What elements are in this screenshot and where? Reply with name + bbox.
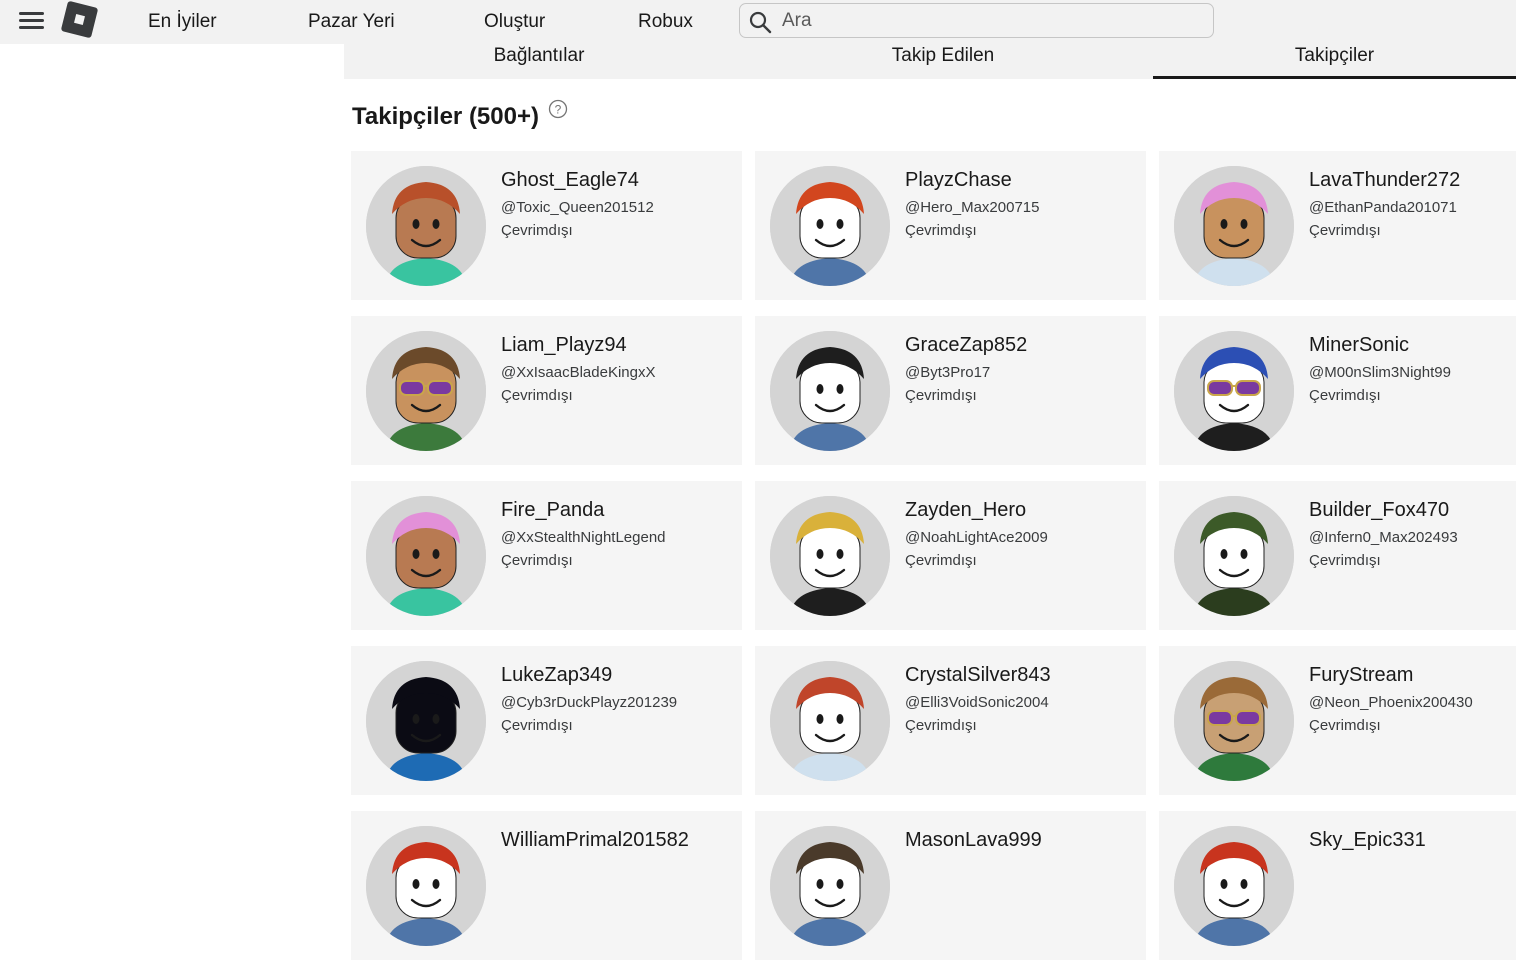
avatar[interactable] <box>366 661 486 781</box>
follower-username: @Cyb3rDuckPlayz201239 <box>501 694 678 711</box>
follower-card[interactable]: LukeZap349 @Cyb3rDuckPlayz201239 Çevrimdış… <box>351 646 742 795</box>
avatar[interactable] <box>770 496 890 616</box>
follower-display-name[interactable]: WilliamPrimal201582 <box>501 829 689 852</box>
avatar[interactable] <box>1174 661 1294 781</box>
follower-status: Çevrimdışı <box>501 387 573 404</box>
friends-tabs: Bağlantılar Takip Edilen Takipçiler <box>344 44 1516 79</box>
follower-display-name[interactable]: MasonLava999 <box>905 829 1042 852</box>
follower-display-name[interactable]: Liam_Playz94 <box>501 334 627 357</box>
help-icon[interactable]: ? <box>548 99 568 119</box>
follower-username: @XxStealthNightLegend <box>501 529 666 546</box>
avatar[interactable] <box>770 331 890 451</box>
follower-display-name[interactable]: Fire_Panda <box>501 499 604 522</box>
follower-username: @Neon_Phoenix200430 <box>1309 694 1473 711</box>
avatar[interactable] <box>366 166 486 286</box>
avatar[interactable] <box>1174 331 1294 451</box>
follower-card[interactable]: PlayzChase @Hero_Max200715 Çevrimdışı <box>755 151 1146 300</box>
follower-card[interactable]: LavaThunder272 @EthanPanda201071 Çevrimdış… <box>1159 151 1516 300</box>
tab-followers[interactable]: Takipçiler <box>1153 44 1516 79</box>
nav-link-create[interactable]: Oluştur <box>484 11 545 33</box>
follower-display-name[interactable]: Sky_Epic331 <box>1309 829 1426 852</box>
follower-card[interactable]: MinerSonic @M00nSlim3Night99 Çevrimdışı <box>1159 316 1516 465</box>
avatar[interactable] <box>1174 826 1294 946</box>
follower-display-name[interactable]: Zayden_Hero <box>905 499 1026 522</box>
follower-display-name[interactable]: PlayzChase <box>905 169 1012 192</box>
follower-username: @XxIsaacBladeKingxX <box>501 364 656 381</box>
follower-username: @Byt3Pro17 <box>905 364 991 381</box>
follower-card[interactable]: WilliamPrimal201582 <box>351 811 742 960</box>
follower-card[interactable]: CrystalSilver843 @Elli3VoidSonic2004 Çevri… <box>755 646 1146 795</box>
follower-status: Çevrimdışı <box>1309 717 1381 734</box>
follower-card[interactable]: Fire_Panda @XxStealthNightLegend Çevrimdış… <box>351 481 742 630</box>
follower-status: Çevrimdışı <box>905 222 977 239</box>
follower-status: Çevrimdışı <box>905 717 977 734</box>
tab-connections[interactable]: Bağlantılar <box>344 44 734 79</box>
follower-card[interactable]: GraceZap852 @Byt3Pro17 Çevrimdışı <box>755 316 1146 465</box>
svg-text:?: ? <box>555 103 562 117</box>
search-box <box>739 3 1214 38</box>
follower-card[interactable]: FuryStream @Neon_Phoenix200430 Çevrimdışı <box>1159 646 1516 795</box>
follower-status: Çevrimdışı <box>501 552 573 569</box>
follower-card[interactable]: Zayden_Hero @NoahLightAce2009 Çevrimdışı <box>755 481 1146 630</box>
follower-status: Çevrimdışı <box>501 717 573 734</box>
follower-display-name[interactable]: MinerSonic <box>1309 334 1409 357</box>
avatar[interactable] <box>366 496 486 616</box>
follower-status: Çevrimdışı <box>1309 222 1381 239</box>
follower-display-name[interactable]: Ghost_Eagle74 <box>501 169 639 192</box>
follower-username: @EthanPanda201071 <box>1309 199 1457 216</box>
menu-icon[interactable] <box>19 12 44 32</box>
roblox-logo-icon[interactable] <box>60 0 99 39</box>
follower-status: Çevrimdışı <box>1309 552 1381 569</box>
nav-link-marketplace[interactable]: Pazar Yeri <box>308 11 395 33</box>
nav-link-robux[interactable]: Robux <box>638 11 693 33</box>
follower-card[interactable]: MasonLava999 <box>755 811 1146 960</box>
follower-username: @Infern0_Max202493 <box>1309 529 1458 546</box>
follower-status: Çevrimdışı <box>905 552 977 569</box>
follower-status: Çevrimdışı <box>905 387 977 404</box>
page-title: Takipçiler (500+) <box>352 103 539 130</box>
follower-username: @Elli3VoidSonic2004 <box>905 694 1049 711</box>
nav-link-top-charts[interactable]: En İyiler <box>148 11 217 33</box>
follower-display-name[interactable]: LukeZap349 <box>501 664 612 687</box>
avatar[interactable] <box>1174 496 1294 616</box>
follower-display-name[interactable]: LavaThunder272 <box>1309 169 1460 192</box>
avatar[interactable] <box>770 166 890 286</box>
follower-display-name[interactable]: FuryStream <box>1309 664 1413 687</box>
follower-status: Çevrimdışı <box>1309 387 1381 404</box>
follower-card[interactable]: Liam_Playz94 @XxIsaacBladeKingxX Çevrimdış… <box>351 316 742 465</box>
search-input[interactable] <box>782 8 1202 34</box>
search-icon[interactable] <box>748 10 772 34</box>
follower-username: @Hero_Max200715 <box>905 199 1040 216</box>
avatar[interactable] <box>770 826 890 946</box>
avatar[interactable] <box>366 331 486 451</box>
follower-username: @Toxic_Queen201512 <box>501 199 654 216</box>
follower-display-name[interactable]: GraceZap852 <box>905 334 1027 357</box>
follower-username: @M00nSlim3Night99 <box>1309 364 1451 381</box>
follower-username: @NoahLightAce2009 <box>905 529 1048 546</box>
follower-card[interactable]: Sky_Epic331 <box>1159 811 1516 960</box>
follower-card[interactable]: Ghost_Eagle74 @Toxic_Queen201512 Çevrimdış… <box>351 151 742 300</box>
avatar[interactable] <box>366 826 486 946</box>
tab-following[interactable]: Takip Edilen <box>748 44 1138 79</box>
follower-display-name[interactable]: Builder_Fox470 <box>1309 499 1449 522</box>
top-navigation-bar: En İyiler Pazar Yeri Oluştur Robux <box>0 0 1516 44</box>
follower-display-name[interactable]: CrystalSilver843 <box>905 664 1051 687</box>
follower-card[interactable]: Builder_Fox470 @Infern0_Max202493 Çevrimdı… <box>1159 481 1516 630</box>
follower-status: Çevrimdışı <box>501 222 573 239</box>
avatar[interactable] <box>770 661 890 781</box>
avatar[interactable] <box>1174 166 1294 286</box>
